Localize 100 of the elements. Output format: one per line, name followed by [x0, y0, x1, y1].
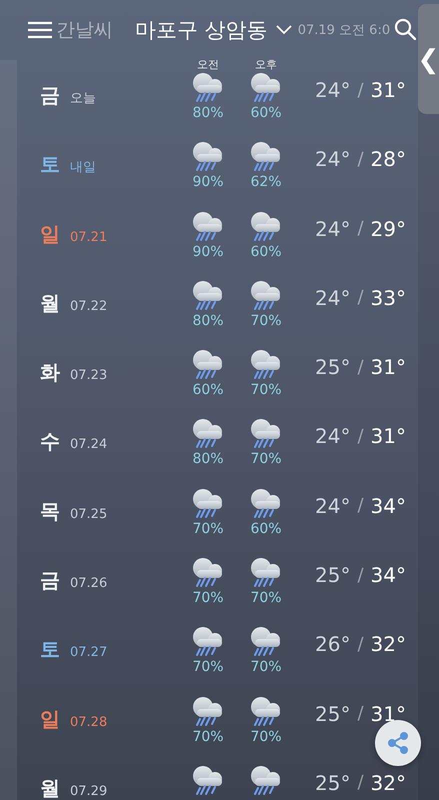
low-temperature: 24° [315, 147, 350, 172]
search-button[interactable] [393, 18, 417, 42]
low-temperature: 25° [315, 563, 350, 588]
low-temperature: 24° [315, 216, 350, 241]
weekday-label: 토 [40, 636, 60, 664]
rain-cloud-icon [249, 764, 283, 797]
precipitation-chance: 70% [250, 659, 282, 676]
rain-cloud-icon [249, 280, 283, 312]
date-label: 07.28 [70, 714, 108, 730]
weekday-label: 목 [40, 498, 60, 525]
update-time: 07.19 오전 6:0 [298, 22, 392, 39]
rain-cloud-icon [191, 696, 225, 728]
date-label: 오늘 [70, 90, 96, 107]
date-label: 07.29 [70, 784, 108, 799]
separator-slash: / [357, 356, 364, 378]
precipitation-chance: 62% [250, 174, 282, 190]
side-panel-tab[interactable]: ❮ [418, 4, 439, 114]
rain-cloud-icon [191, 72, 225, 104]
precipitation-chance: 60% [250, 105, 282, 121]
precipitation-chance: 70% [192, 728, 224, 745]
high-temperature: 28° [370, 147, 406, 172]
share-icon [386, 731, 410, 755]
precipitation-chance: 60% [250, 520, 282, 537]
rain-cloud-icon [249, 488, 283, 520]
separator-slash: / [357, 148, 364, 170]
low-temperature: 24° [315, 424, 350, 448]
precipitation-chance: 80% [192, 451, 224, 468]
precipitation-chance: 90% [192, 174, 224, 190]
high-temperature: 32° [370, 770, 406, 795]
high-temperature: 31° [370, 355, 406, 380]
weekday-label: 토 [40, 151, 60, 178]
low-temperature: 26° [315, 632, 350, 656]
high-temperature: 32° [370, 632, 406, 656]
low-temperature: 25° [315, 702, 350, 726]
precipitation-chance: 70% [250, 382, 282, 398]
separator-slash: / [357, 495, 364, 516]
precipitation-chance: 90% [192, 244, 224, 260]
rain-cloud-icon [191, 349, 225, 382]
rain-cloud-icon [249, 418, 283, 450]
screen-title: 간날씨 [56, 18, 113, 43]
rain-cloud-icon [191, 141, 225, 174]
rain-cloud-icon [191, 280, 225, 312]
rain-cloud-icon [249, 72, 283, 104]
precipitation-chance: 60% [250, 244, 282, 260]
weekday-label: 일 [40, 706, 60, 733]
high-temperature: 31° [370, 702, 406, 726]
separator-slash: / [357, 80, 364, 100]
separator-slash: / [357, 703, 364, 724]
rain-cloud-icon [191, 626, 225, 658]
separator-slash: / [357, 634, 364, 655]
high-temperature: 34° [370, 494, 406, 518]
high-temperature: 33° [370, 286, 406, 310]
weekday-label: 금 [40, 82, 60, 109]
low-temperature: 25° [315, 770, 350, 795]
rain-cloud-icon [249, 557, 283, 590]
rain-cloud-icon [249, 349, 283, 382]
high-temperature: 29° [370, 216, 406, 241]
rain-cloud-icon [249, 210, 283, 243]
precipitation-chance: 70% [250, 451, 282, 468]
rain-cloud-icon [249, 141, 283, 174]
weekday-label: 월 [40, 290, 60, 317]
column-label: 오전 [196, 60, 220, 72]
precipitation-chance: 80% [192, 105, 224, 121]
low-temperature: 24° [315, 286, 350, 310]
separator-slash: / [357, 287, 364, 308]
date-label: 07.21 [70, 230, 108, 245]
date-label: 내일 [70, 159, 96, 176]
chevron-down-icon [276, 25, 292, 35]
precipitation-chance: 70% [192, 659, 224, 676]
location-selector[interactable]: 마포구 상암동 [135, 16, 292, 44]
column-label: 오후 [254, 60, 278, 72]
precipitation-chance: 70% [250, 312, 282, 329]
separator-slash: / [357, 772, 364, 794]
date-label: 07.25 [70, 506, 108, 522]
weekday-label: 수 [40, 428, 60, 456]
rain-cloud-icon [249, 696, 283, 728]
rain-cloud-icon [191, 557, 225, 590]
high-temperature: 31° [370, 424, 406, 448]
low-temperature: 24° [315, 78, 350, 102]
high-temperature: 34° [370, 563, 406, 588]
share-button[interactable] [375, 720, 421, 766]
date-label: 07.24 [70, 437, 108, 452]
separator-slash: / [357, 218, 364, 240]
weekday-label: 일 [40, 220, 60, 248]
weekday-label: 화 [40, 359, 60, 386]
rain-cloud-icon [191, 488, 225, 520]
date-label: 07.27 [70, 645, 108, 660]
weekday-label: 금 [40, 567, 60, 594]
precipitation-chance: 70% [192, 520, 224, 537]
precipitation-chance: 80% [192, 312, 224, 329]
date-label: 07.22 [70, 298, 108, 314]
precipitation-chance: 70% [250, 590, 282, 606]
low-temperature: 24° [315, 494, 350, 518]
weekday-label: 월 [40, 774, 60, 800]
rain-cloud-icon [249, 626, 283, 658]
precipitation-chance: 70% [192, 590, 224, 606]
low-temperature: 25° [315, 355, 350, 380]
precipitation-chance: 70% [250, 728, 282, 745]
separator-slash: / [357, 564, 364, 586]
date-label: 07.23 [70, 368, 108, 384]
